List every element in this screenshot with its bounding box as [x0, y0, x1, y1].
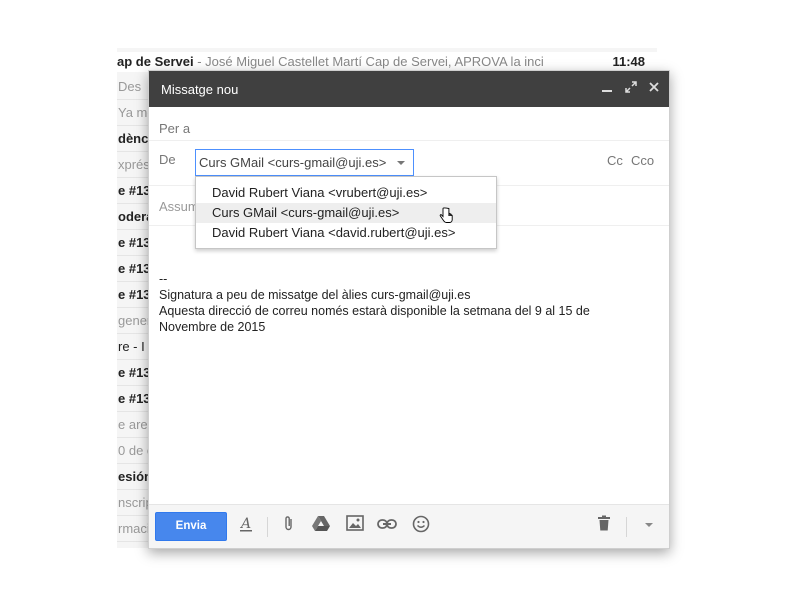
from-option[interactable]: David Rubert Viana <david.rubert@uji.es>: [196, 223, 496, 243]
signature-separator: --: [159, 272, 168, 286]
discard-draft-icon[interactable]: [593, 515, 615, 537]
message-body[interactable]: -- Signatura a peu de missatge del àlies…: [159, 271, 649, 335]
compose-header[interactable]: Missatge nou: [149, 71, 669, 107]
hand-cursor-icon: [439, 207, 453, 223]
from-label: De: [159, 152, 176, 167]
close-icon[interactable]: [644, 79, 664, 99]
from-option[interactable]: David Rubert Viana <vrubert@uji.es>: [196, 183, 496, 203]
email-time: 11:48: [612, 54, 645, 69]
compose-window: Missatge nou Per a De Curs GMail <curs-g…: [148, 70, 670, 549]
inbox-top-row[interactable]: ap de Servei - José Miguel Castellet Mar…: [117, 52, 657, 72]
minimize-icon[interactable]: [597, 79, 617, 99]
cco-link[interactable]: Cco: [631, 153, 654, 168]
insert-photo-icon[interactable]: [344, 515, 366, 537]
fullscreen-icon[interactable]: [621, 79, 641, 99]
compose-toolbar: Envia A: [149, 504, 669, 548]
email-snippet: - José Miguel Castellet Martí Cap de Ser…: [193, 54, 544, 69]
insert-link-icon[interactable]: [376, 515, 398, 537]
cc-link[interactable]: Cc: [607, 153, 623, 168]
svg-text:A: A: [239, 516, 251, 532]
send-button[interactable]: Envia: [155, 512, 227, 541]
from-select[interactable]: Curs GMail <curs-gmail@uji.es>: [195, 149, 414, 176]
toolbar-divider: [626, 517, 627, 537]
compose-title: Missatge nou: [161, 82, 239, 97]
formatting-icon[interactable]: A: [235, 515, 257, 537]
drive-icon[interactable]: [310, 515, 332, 537]
signature-line: Signatura a peu de missatge del àlies cu…: [159, 288, 471, 302]
email-sender: ap de Servei: [117, 54, 194, 69]
chevron-down-icon: [397, 161, 405, 165]
emoji-icon[interactable]: [410, 515, 432, 537]
to-row[interactable]: Per a: [149, 107, 669, 141]
toolbar-divider: [267, 517, 268, 537]
to-label: Per a: [159, 121, 191, 136]
from-selected-value: Curs GMail <curs-gmail@uji.es>: [199, 155, 387, 170]
attach-icon[interactable]: [278, 515, 300, 537]
signature-line: Aquesta direcció de correu només estarà …: [159, 304, 590, 318]
more-options-icon[interactable]: [638, 515, 660, 537]
signature-line: Novembre de 2015: [159, 320, 266, 334]
